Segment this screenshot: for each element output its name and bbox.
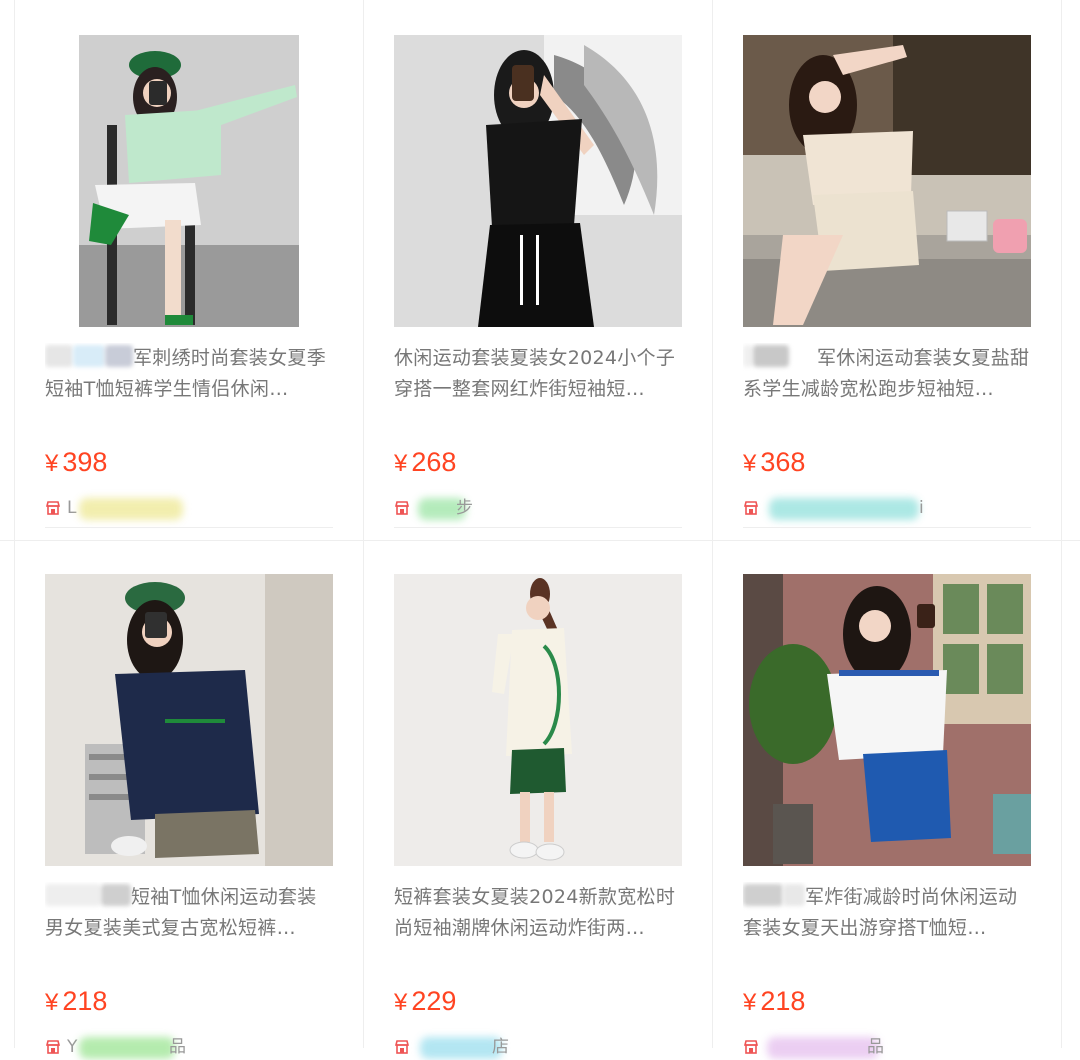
product-grid: 军刺绣时尚套装女夏季短袖T恤短裤学生情侣休闲… ¥398 L 休闲运动套装夏装女…: [0, 0, 1080, 1059]
card-divider: [394, 527, 682, 528]
redacted-shop-name: [769, 498, 919, 520]
currency-symbol: ¥: [743, 450, 757, 477]
currency-symbol: ¥: [45, 989, 59, 1016]
shop-link[interactable]: 步: [394, 495, 682, 521]
shop-icon: [45, 501, 61, 515]
shop-link[interactable]: Y 品: [45, 1034, 333, 1060]
product-title[interactable]: 短袖T恤休闲运动套装男女夏装美式复古宽松短裤…: [45, 882, 335, 944]
product-image[interactable]: [743, 574, 1031, 866]
product-price: ¥268: [394, 445, 456, 481]
product-price: ¥229: [394, 984, 456, 1020]
redacted-text: [45, 884, 101, 906]
product-image[interactable]: [394, 35, 682, 327]
grid-divider: [712, 0, 713, 1048]
redacted-text: [753, 345, 789, 367]
grid-divider: [363, 0, 364, 1048]
shop-name: i: [919, 498, 924, 518]
redacted-text: [73, 345, 105, 367]
shop-icon: [45, 1040, 61, 1054]
price-value: 218: [760, 986, 806, 1016]
product-image[interactable]: [743, 35, 1031, 327]
shop-name: Y: [67, 1037, 78, 1057]
currency-symbol: ¥: [45, 450, 59, 477]
price-value: 398: [62, 447, 108, 477]
shop-link[interactable]: 品: [743, 1034, 1031, 1060]
redacted-text: [743, 345, 753, 367]
price-value: 229: [411, 986, 457, 1016]
shop-link[interactable]: 店: [394, 1034, 682, 1060]
price-value: 368: [760, 447, 806, 477]
currency-symbol: ¥: [394, 450, 408, 477]
card-divider: [45, 527, 333, 528]
currency-symbol: ¥: [394, 989, 408, 1016]
redacted-text: [101, 884, 131, 906]
product-image[interactable]: [45, 35, 333, 327]
redacted-text: [45, 345, 73, 367]
grid-divider: [0, 540, 1080, 541]
product-image[interactable]: [45, 574, 333, 866]
product-price: ¥398: [45, 445, 107, 481]
card-divider: [743, 527, 1031, 528]
shop-name: 步: [456, 498, 473, 518]
product-price: ¥218: [45, 984, 107, 1020]
price-value: 268: [411, 447, 457, 477]
product-title[interactable]: 休闲运动套装夏装女2024小个子穿搭一整套网红炸街短袖短…: [394, 343, 684, 405]
redacted-shop-name: [79, 1037, 175, 1059]
shop-icon: [743, 501, 759, 515]
product-price: ¥218: [743, 984, 805, 1020]
redacted-shop-name: [79, 498, 183, 520]
shop-link[interactable]: L: [45, 495, 333, 521]
product-price: ¥368: [743, 445, 805, 481]
price-value: 218: [62, 986, 108, 1016]
shop-name-suffix: 品: [867, 1037, 884, 1057]
redacted-text: [743, 884, 783, 906]
shop-link[interactable]: i: [743, 495, 1031, 521]
product-title[interactable]: 军休闲运动套装女夏盐甜系学生减龄宽松跑步短袖短…: [743, 343, 1033, 405]
product-title[interactable]: 短裤套装女夏装2024新款宽松时尚短袖潮牌休闲运动炸街两…: [394, 882, 684, 944]
shop-name-suffix: 店: [492, 1037, 509, 1057]
product-title[interactable]: 军刺绣时尚套装女夏季短袖T恤短裤学生情侣休闲…: [45, 343, 335, 405]
redacted-text: [783, 884, 805, 906]
redacted-shop-name: [420, 1037, 502, 1059]
grid-divider: [1061, 0, 1062, 1048]
shop-icon: [743, 1040, 759, 1054]
product-title[interactable]: 军炸街减龄时尚休闲运动套装女夏天出游穿搭T恤短…: [743, 882, 1033, 944]
redacted-text: [105, 345, 133, 367]
shop-icon: [394, 501, 410, 515]
shop-name-suffix: 品: [169, 1037, 186, 1057]
redacted-shop-name: [767, 1037, 879, 1059]
product-image[interactable]: [394, 574, 682, 866]
shop-name: L: [67, 498, 77, 518]
grid-divider: [14, 0, 15, 1048]
shop-icon: [394, 1040, 410, 1054]
currency-symbol: ¥: [743, 989, 757, 1016]
